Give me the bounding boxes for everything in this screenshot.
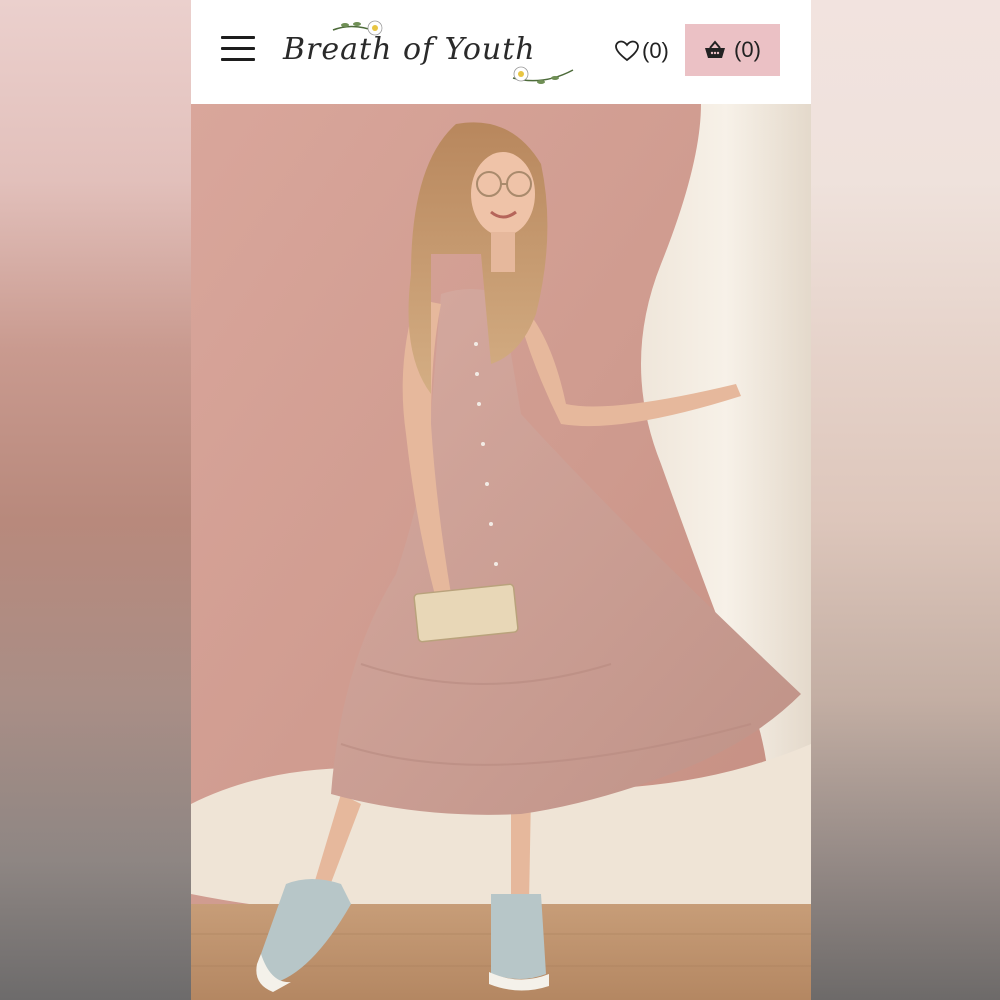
site-header: Breath of Youth (0) (0) xyxy=(191,0,811,104)
wishlist-count: (0) xyxy=(642,38,669,63)
site-logo[interactable]: Breath of Youth xyxy=(283,12,613,92)
mobile-page: Breath of Youth (0) (0) xyxy=(191,0,811,1000)
logo-text: Breath of Youth xyxy=(283,32,536,67)
basket-icon xyxy=(705,40,726,58)
heart-icon xyxy=(615,40,639,62)
cart-count: (0) xyxy=(734,37,761,62)
product-photo-illustration xyxy=(191,104,811,1000)
cart-button[interactable]: (0) xyxy=(685,24,780,76)
wishlist-button[interactable]: (0) xyxy=(615,36,669,66)
hamburger-icon[interactable] xyxy=(221,36,255,62)
product-photo[interactable] xyxy=(191,104,811,1000)
left-blur-band xyxy=(0,0,191,1000)
right-blur-band xyxy=(811,0,1000,1000)
